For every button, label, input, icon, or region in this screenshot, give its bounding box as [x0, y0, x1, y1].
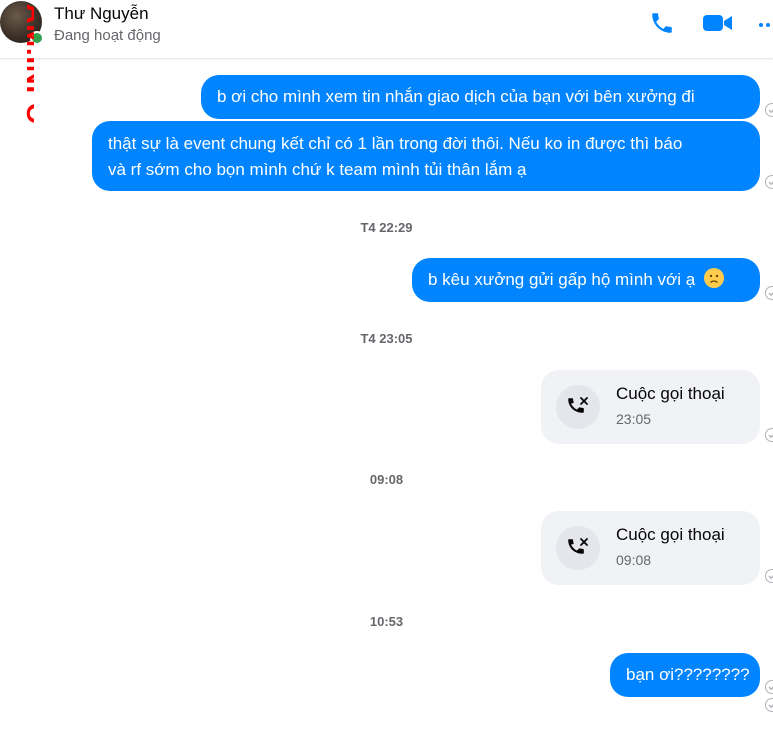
seen-indicator	[765, 286, 773, 300]
message-text-line: và rf sớm cho bọn mình chứ k team mình t…	[108, 160, 527, 179]
message-bubble[interactable]: thật sự là event chung kết chỉ có 1 lần …	[92, 121, 760, 191]
seen-indicator	[765, 569, 773, 583]
timestamp: 10:53	[369, 614, 404, 629]
call-time: 23:05	[616, 411, 652, 427]
contact-name[interactable]: Thư Nguyễn	[54, 4, 149, 24]
phone-icon[interactable]	[649, 10, 675, 36]
timestamp: 09:08	[369, 472, 404, 487]
contact-status: Đang hoạt động	[54, 27, 161, 44]
call-time: 09:08	[616, 552, 652, 568]
seen-indicator	[765, 175, 773, 189]
missed-call-card[interactable]: Cuộc gọi thoại 09:08	[541, 511, 760, 585]
seen-indicator	[765, 680, 773, 694]
message-text: bạn ơi????????	[626, 665, 750, 684]
video-call-icon[interactable]	[701, 10, 735, 36]
missed-call-icon	[556, 385, 600, 429]
call-title: Cuộc gọi thoại	[616, 525, 725, 544]
missed-call-icon	[556, 526, 600, 570]
message-bubble[interactable]: bạn ơi????????	[610, 653, 760, 697]
seen-indicator	[765, 698, 773, 712]
online-status-dot	[30, 31, 44, 45]
sad-face-emoji: 😞	[703, 268, 724, 288]
missed-call-card[interactable]: Cuộc gọi thoại 23:05	[541, 370, 760, 444]
more-options-icon[interactable]	[757, 10, 773, 36]
chat-header: Thư Nguyễn Đang hoạt động	[0, 0, 773, 58]
timestamp: T4 23:05	[360, 331, 413, 346]
seen-indicator	[765, 103, 773, 117]
message-text: b ơi cho mình xem tin nhắn giao dịch của…	[217, 87, 695, 106]
message-text-line: thật sự là event chung kết chỉ có 1 lần …	[108, 134, 683, 153]
seen-indicator	[765, 428, 773, 442]
message-bubble[interactable]: b ơi cho mình xem tin nhắn giao dịch của…	[201, 75, 760, 119]
call-title: Cuộc gọi thoại	[616, 384, 725, 403]
message-text: b kêu xưởng gửi gấp hộ mình với ạ	[428, 270, 696, 289]
timestamp: T4 22:29	[360, 220, 413, 235]
message-bubble[interactable]: b kêu xưởng gửi gấp hộ mình với ạ 😞	[412, 258, 760, 302]
